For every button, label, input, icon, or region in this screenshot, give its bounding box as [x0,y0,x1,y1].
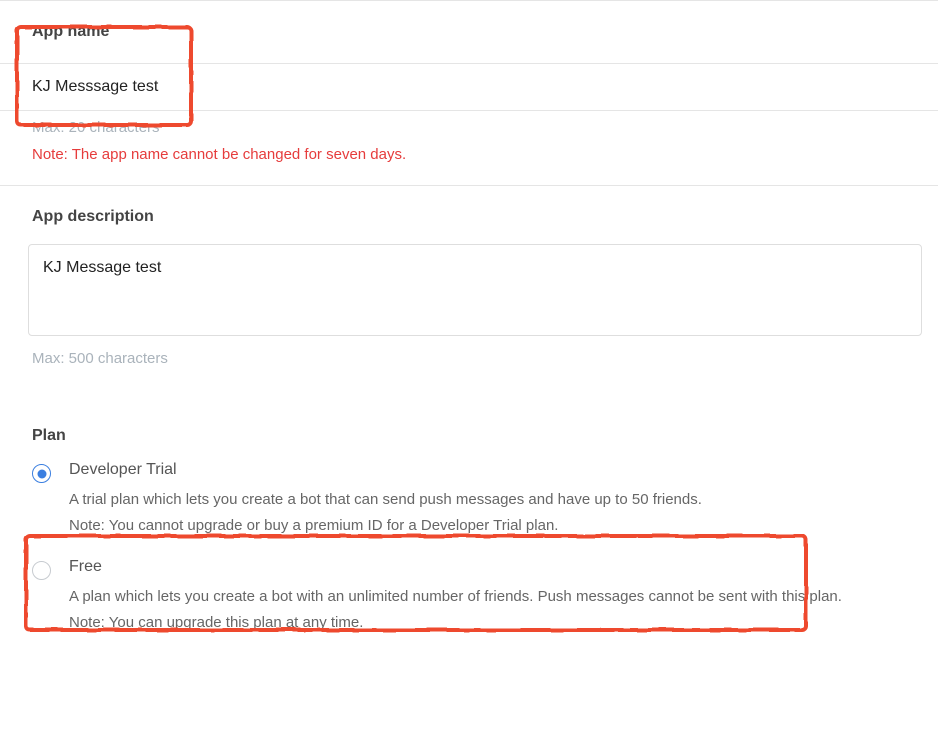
plan-desc-text-developer-trial: A trial plan which lets you create a bot… [69,491,702,508]
app-name-helper-row: Max: 20 characters [0,111,938,140]
app-description-helper-row: Max: 500 characters [0,336,938,373]
plan-label: Plan [32,427,938,455]
app-description-header: App description [0,186,938,244]
app-description-box [28,244,922,336]
app-description-input-container [28,244,922,336]
app-description-section: App description Max: 500 characters [0,185,938,373]
plan-content-developer-trial: Developer Trial A trial plan which lets … [69,461,938,538]
plan-title-developer-trial: Developer Trial [69,461,922,479]
plan-title-free: Free [69,558,922,576]
app-name-input-row [0,64,938,111]
app-description-label: App description [32,208,154,225]
app-name-section: App name Max: 20 characters Note: The ap… [0,0,938,185]
app-name-input[interactable] [32,78,938,96]
plan-radio-developer-trial[interactable] [32,464,51,483]
plan-option-free[interactable]: Free A plan which lets you create a bot … [32,552,938,649]
app-description-max-helper: Max: 500 characters [32,350,168,367]
plan-desc-text-free: A plan which lets you create a bot with … [69,588,842,605]
plan-desc-developer-trial: A trial plan which lets you create a bot… [69,487,922,538]
plan-note-developer-trial: Note: You cannot upgrade or buy a premiu… [69,517,558,534]
plan-content-free: Free A plan which lets you create a bot … [69,558,938,635]
app-description-input[interactable] [43,259,907,313]
app-name-header: App name [0,1,938,64]
plan-radio-free[interactable] [32,561,51,580]
app-name-max-helper: Max: 20 characters [32,119,160,136]
app-name-label: App name [32,23,109,40]
plan-note-free: Note: You can upgrade this plan at any t… [69,614,363,631]
plan-desc-free: A plan which lets you create a bot with … [69,584,922,635]
plan-option-developer-trial[interactable]: Developer Trial A trial plan which lets … [32,455,938,552]
app-name-note: Note: The app name cannot be changed for… [32,146,406,163]
plan-section: Plan Developer Trial A trial plan which … [0,373,938,649]
app-name-note-row: Note: The app name cannot be changed for… [0,140,938,185]
